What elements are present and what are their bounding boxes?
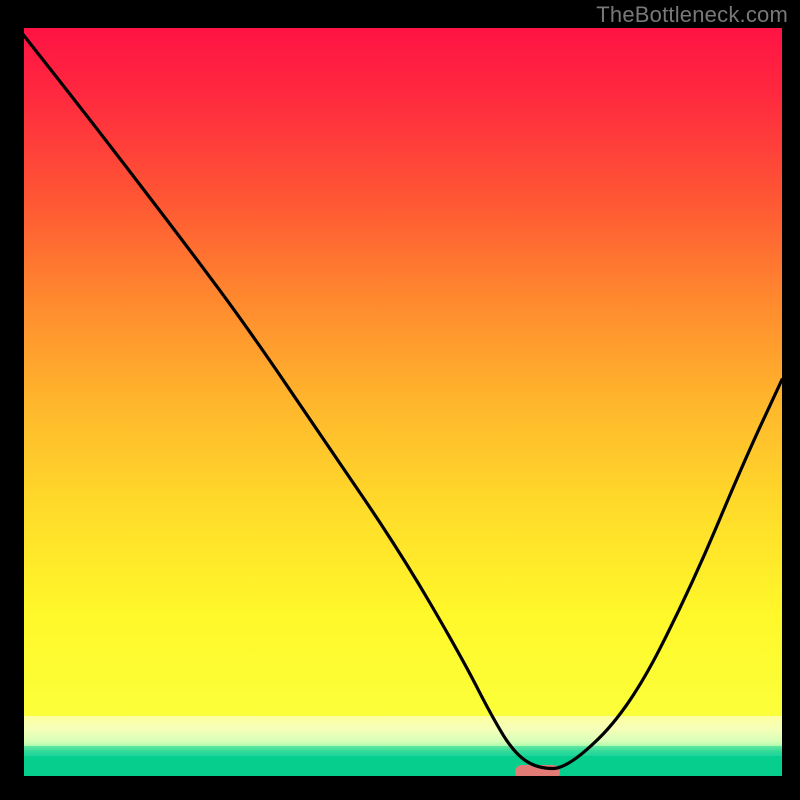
- x-axis: [18, 776, 782, 782]
- watermark-text: TheBottleneck.com: [596, 2, 788, 28]
- plot-area: [18, 28, 782, 782]
- bottleneck-curve: [18, 28, 782, 769]
- y-axis: [18, 28, 24, 782]
- plot-frame: [18, 28, 782, 782]
- curve-svg: [18, 28, 782, 782]
- chart-container: TheBottleneck.com: [0, 0, 800, 800]
